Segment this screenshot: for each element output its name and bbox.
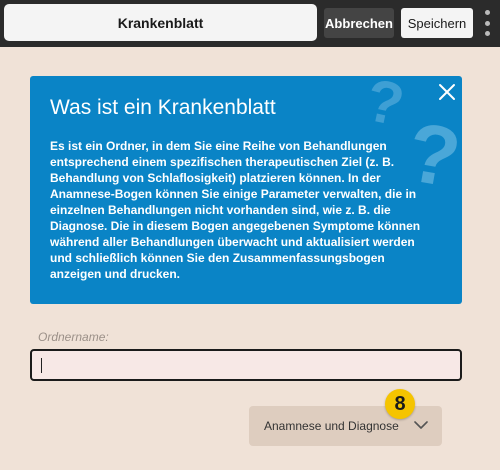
step-badge: 8 xyxy=(385,389,415,419)
kebab-dot xyxy=(484,10,490,15)
dropdown-selected-value: Anamnese und Diagnose xyxy=(264,419,399,433)
kebab-dot xyxy=(484,20,490,26)
kebab-menu-icon[interactable] xyxy=(480,10,494,36)
svg-text:?: ? xyxy=(360,76,410,139)
text-caret xyxy=(41,358,42,373)
info-body: Es ist ein Ordner, in dem Sie eine Reihe… xyxy=(50,139,421,281)
info-panel: ? ? Was ist ein Krankenblatt Es ist ein … xyxy=(30,76,462,304)
close-icon[interactable] xyxy=(437,82,457,102)
kebab-dot xyxy=(484,31,490,36)
save-button[interactable]: Speichern xyxy=(401,8,473,38)
chevron-down-icon xyxy=(414,421,428,429)
section-dropdown[interactable]: Anamnese und Diagnose xyxy=(249,406,442,446)
cancel-button[interactable]: Abbrechen xyxy=(324,8,394,38)
top-bar: Krankenblatt Abbrechen Speichern xyxy=(0,0,500,47)
info-title: Was ist ein Krankenblatt xyxy=(50,96,276,119)
folder-name-label: Ordnername: xyxy=(38,330,109,344)
page-title: Krankenblatt xyxy=(4,4,317,41)
folder-name-input[interactable] xyxy=(30,349,462,381)
